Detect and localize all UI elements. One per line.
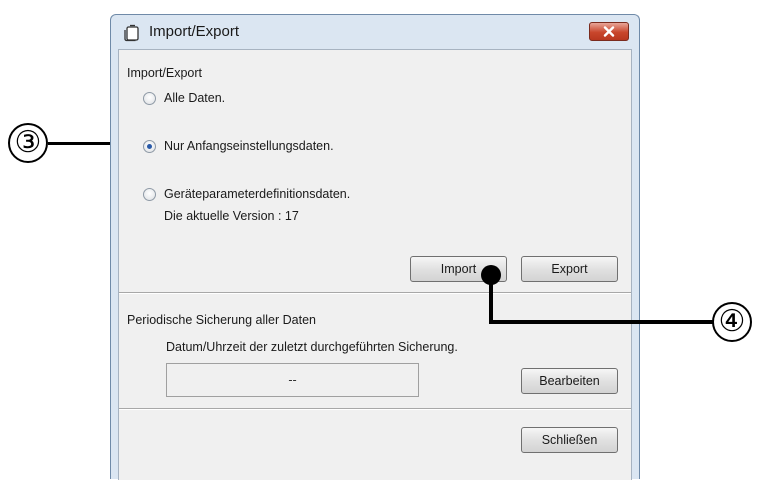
- title-bar[interactable]: Import/Export: [111, 15, 639, 49]
- last-backup-field: --: [166, 363, 419, 397]
- section-divider-top: [119, 292, 631, 294]
- radio-device-parameters[interactable]: [143, 188, 156, 201]
- close-button[interactable]: Schließen: [521, 427, 618, 453]
- radio-initial-settings-label[interactable]: Nur Anfangseinstellungsdaten.: [164, 139, 334, 153]
- callout-step-3-label: ③: [14, 126, 42, 159]
- window-title: Import/Export: [149, 23, 240, 40]
- last-backup-value: --: [288, 373, 297, 387]
- close-icon: [603, 26, 615, 37]
- window-close-button[interactable]: [589, 22, 629, 41]
- callout-step-4-leader-horizontal: [489, 320, 714, 324]
- document-icon: [124, 24, 139, 42]
- current-version-text: Die aktuelle Version : 17: [164, 209, 299, 223]
- close-button-label: Schließen: [541, 433, 598, 447]
- radio-initial-settings[interactable]: [143, 140, 156, 153]
- backup-heading: Periodische Sicherung aller Daten: [127, 313, 316, 327]
- callout-step-4: ④: [712, 302, 752, 342]
- callout-step-3: ③: [8, 123, 48, 163]
- import-button-label: Import: [440, 262, 477, 276]
- last-backup-label: Datum/Uhrzeit der zuletzt durchgeführten…: [166, 340, 458, 354]
- export-button-label: Export: [551, 262, 588, 276]
- edit-button[interactable]: Bearbeiten: [521, 368, 618, 394]
- import-export-dialog: Import/Export Import/Export Alle Daten. …: [110, 14, 640, 480]
- callout-step-4-dot: [481, 265, 501, 285]
- radio-all-data[interactable]: [143, 92, 156, 105]
- radio-all-data-label[interactable]: Alle Daten.: [164, 91, 225, 105]
- dialog-client-area: Import/Export Alle Daten. Nur Anfangsein…: [118, 49, 632, 480]
- radio-device-parameters-label[interactable]: Geräteparameterdefinitionsdaten.: [164, 187, 350, 201]
- callout-step-4-label: ④: [718, 305, 746, 338]
- export-button[interactable]: Export: [521, 256, 618, 282]
- edit-button-label: Bearbeiten: [539, 374, 600, 388]
- import-export-heading: Import/Export: [127, 66, 203, 80]
- section-divider-bottom: [119, 408, 631, 410]
